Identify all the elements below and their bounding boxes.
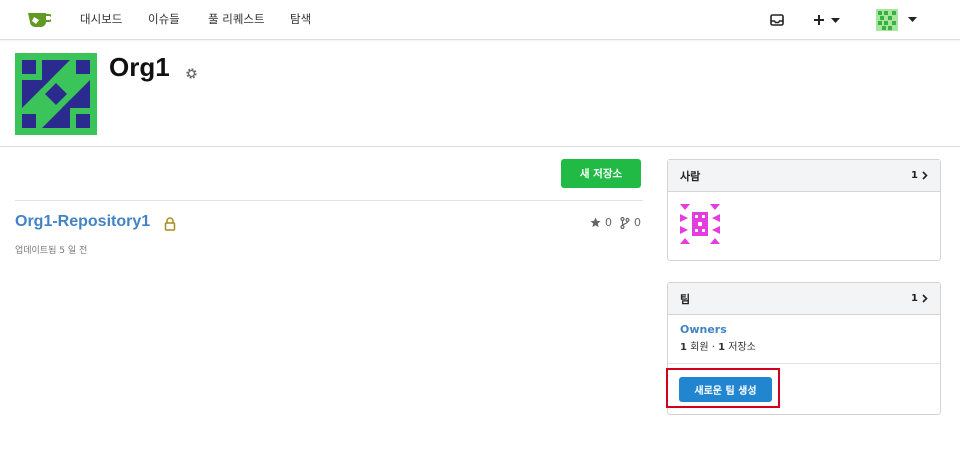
user-menu-button[interactable] xyxy=(876,0,920,40)
repository-stats: 0 0 xyxy=(590,216,641,229)
fork-icon xyxy=(620,216,630,229)
people-count-value: 1 xyxy=(911,170,918,181)
teams-card-header[interactable]: 팀 1 xyxy=(668,283,940,315)
people-count[interactable]: 1 xyxy=(911,170,928,181)
star-icon xyxy=(590,217,601,228)
team-member-count: 1 xyxy=(680,342,687,353)
org-header: Org1 xyxy=(0,40,960,147)
org-avatar xyxy=(15,53,97,135)
teams-count[interactable]: 1 xyxy=(911,293,928,304)
star-count: 0 xyxy=(605,216,612,229)
people-card-title: 사람 xyxy=(680,169,701,183)
nav-issues[interactable]: 이슈들 xyxy=(148,11,180,27)
chevron-right-icon xyxy=(922,171,928,180)
repository-updated-time: 업데이트됨 5 일 전 xyxy=(15,246,88,256)
team-meta: 1 회원 · 1 저장소 xyxy=(680,338,928,353)
gitea-logo-icon[interactable] xyxy=(27,10,51,28)
teams-card-title: 팀 xyxy=(680,292,691,306)
plus-dropdown-icon xyxy=(814,15,840,25)
people-card: 사람 1 xyxy=(667,159,941,261)
user-avatar-icon xyxy=(876,9,917,31)
team-member-label: 회원 xyxy=(690,342,709,353)
chevron-right-icon xyxy=(922,294,928,303)
notifications-button[interactable] xyxy=(770,0,784,40)
team-name-link[interactable]: Owners xyxy=(680,323,928,336)
lock-icon xyxy=(164,217,176,231)
member-avatar[interactable] xyxy=(680,204,720,244)
top-navbar: 대시보드 이슈들 풀 리퀘스트 탐색 xyxy=(0,0,960,40)
org-title: Org1 xyxy=(109,52,170,82)
highlight-box xyxy=(666,368,780,408)
fork-count: 0 xyxy=(634,216,641,229)
people-card-header[interactable]: 사람 1 xyxy=(668,160,940,192)
create-menu-button[interactable] xyxy=(813,0,843,40)
team-repo-label: 저장소 xyxy=(728,342,756,353)
nav-pull-requests[interactable]: 풀 리퀘스트 xyxy=(208,11,265,27)
nav-dashboard[interactable]: 대시보드 xyxy=(80,11,122,27)
teams-count-value: 1 xyxy=(911,293,918,304)
team-list-item: Owners 1 회원 · 1 저장소 xyxy=(668,315,940,364)
repository-link[interactable]: Org1-Repository1 xyxy=(15,213,150,231)
new-repository-button[interactable]: 새 저장소 xyxy=(561,159,641,188)
team-meta-separator: · xyxy=(708,342,719,353)
nav-explore[interactable]: 탐색 xyxy=(290,11,311,27)
inbox-icon xyxy=(770,14,784,26)
gear-icon[interactable] xyxy=(185,67,198,80)
team-repo-count: 1 xyxy=(718,342,726,353)
divider xyxy=(15,200,643,201)
